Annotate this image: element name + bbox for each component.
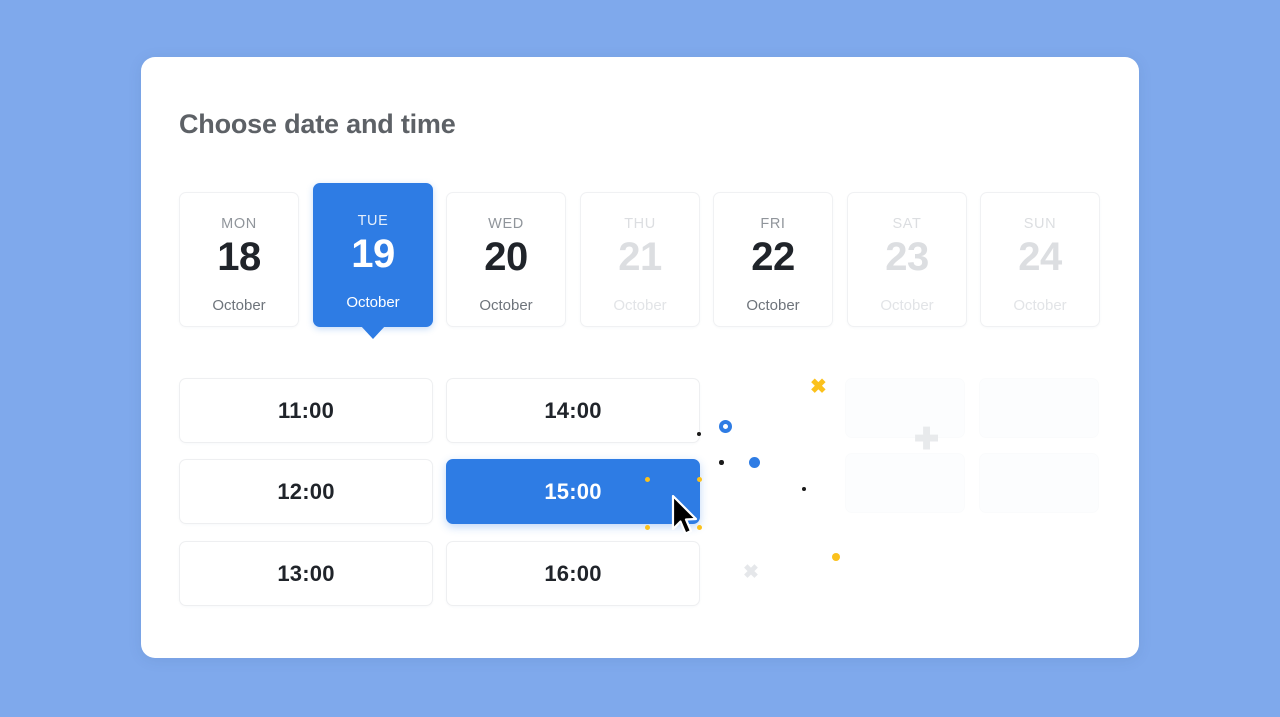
dot-particle	[802, 487, 806, 491]
day-card-fri[interactable]: FRI 22 October	[713, 192, 833, 327]
day-month: October	[613, 297, 667, 314]
ghost-artifact	[979, 453, 1099, 513]
day-number: 20	[484, 235, 528, 279]
day-month: October	[746, 297, 800, 314]
day-card-wed[interactable]: WED 20 October	[446, 192, 566, 327]
dot-particle	[645, 477, 650, 482]
x-mark-icon: ✖	[810, 376, 827, 398]
day-month: October	[479, 297, 533, 314]
dot-particle	[832, 553, 840, 561]
ghost-artifact	[979, 378, 1099, 438]
time-slot-1500[interactable]: 15:00	[446, 459, 700, 524]
day-month: October	[1013, 297, 1067, 314]
day-dow: FRI	[760, 216, 786, 232]
day-dow: MON	[221, 216, 257, 232]
time-slot-1400[interactable]: 14:00	[446, 378, 700, 443]
day-number: 18	[217, 235, 261, 279]
dot-particle	[645, 525, 650, 530]
day-dow: SUN	[1023, 216, 1057, 232]
day-card-sun: SUN 24 October	[980, 192, 1100, 327]
time-slot-grid: 11:00 14:00 12:00 15:00 13:00 16:00	[179, 378, 701, 658]
dot-particle	[697, 432, 701, 436]
dot-particle	[749, 457, 760, 468]
circle-outline-particle	[719, 420, 732, 433]
day-number: 24	[1018, 235, 1062, 279]
day-number: 19	[351, 232, 395, 276]
day-number: 22	[751, 235, 795, 279]
day-month: October	[346, 294, 400, 311]
time-slot-1200[interactable]: 12:00	[179, 459, 433, 524]
day-dow: SAT	[892, 216, 922, 232]
day-number: 23	[885, 235, 929, 279]
plus-icon: ✚	[914, 423, 940, 456]
day-card-tue[interactable]: TUE 19 October	[313, 183, 433, 339]
day-dow: WED	[488, 216, 524, 232]
day-dow: TUE	[357, 213, 389, 229]
dot-particle	[697, 477, 702, 482]
x-mark-icon: ✖	[743, 562, 759, 583]
ghost-artifact	[845, 453, 965, 513]
day-month: October	[212, 297, 266, 314]
day-selector: MON 18 October TUE 19 October WED 20 Oct…	[179, 183, 1101, 339]
dot-particle	[697, 525, 702, 530]
time-slot-1300[interactable]: 13:00	[179, 541, 433, 606]
time-slot-1100[interactable]: 11:00	[179, 378, 433, 443]
choose-date-time-dialog: Choose date and time MON 18 October TUE …	[141, 57, 1139, 658]
day-card-mon[interactable]: MON 18 October	[179, 192, 299, 327]
ghost-artifact	[845, 378, 965, 438]
dot-particle	[719, 460, 724, 465]
time-slot-1600[interactable]: 16:00	[446, 541, 700, 606]
day-number: 21	[618, 235, 662, 279]
day-dow: THU	[624, 216, 656, 232]
page-title: Choose date and time	[179, 109, 456, 139]
day-month: October	[880, 297, 934, 314]
day-card-sat: SAT 23 October	[847, 192, 967, 327]
day-card-thu: THU 21 October	[580, 192, 700, 327]
